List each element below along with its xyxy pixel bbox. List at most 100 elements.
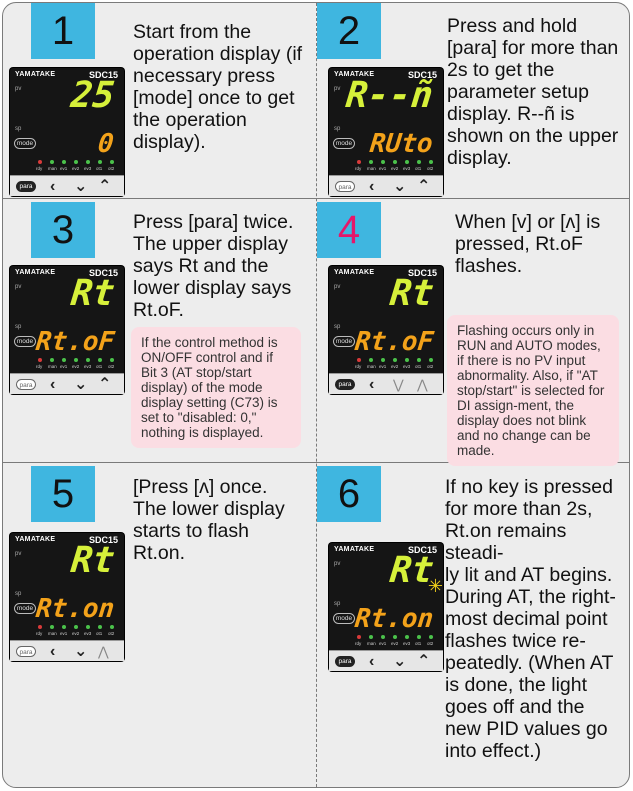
para-button[interactable]: para	[16, 379, 36, 390]
step-3: 3 Press [para] twice. The upper display …	[3, 199, 316, 462]
led-label: ot2	[427, 166, 434, 171]
upper-display: Rt	[68, 540, 117, 581]
text-line: ly lit and AT begins.	[445, 564, 613, 586]
text-line: Rt.on.	[133, 542, 186, 564]
mode-button[interactable]: mode	[333, 613, 355, 624]
text-line: flashes twice re-	[445, 630, 586, 652]
down-arrow-icon[interactable]: ⌄	[393, 176, 406, 197]
led-label: ot1	[415, 166, 422, 171]
led-label: ev2	[391, 641, 399, 646]
led-label: rdy	[36, 631, 43, 636]
led-label: ev3	[84, 166, 92, 171]
step-number: 6	[317, 466, 381, 522]
led-label: ev1	[379, 364, 387, 369]
left-arrow-icon[interactable]: ‹	[50, 374, 55, 395]
led-label: man	[367, 166, 376, 171]
led-label: ev2	[72, 364, 80, 369]
led-label: rdy	[355, 166, 362, 171]
controller-device: YAMATAKE SDC15 pv sp Rt Rt.on mode rdy ma…	[10, 533, 124, 661]
left-arrow-icon[interactable]: ‹	[369, 374, 374, 395]
status-led	[429, 160, 433, 164]
step-description: When [v] or [ʌ] is pressed, Rt.oF flashe…	[455, 211, 627, 277]
left-arrow-icon[interactable]: ‹	[369, 651, 374, 672]
status-led	[429, 635, 433, 639]
step-5: 5 [Press [ʌ] once. The lower display sta…	[3, 463, 316, 787]
text-line: The upper display	[133, 233, 289, 255]
step-number: 4	[317, 202, 381, 258]
text-line: into effect.)	[445, 740, 542, 762]
controller-device: YAMATAKE SDC15 pv sp Rt ✳ Rt.on mode rdy…	[329, 543, 443, 671]
sp-label: sp	[334, 601, 341, 607]
led-label: ev1	[379, 166, 387, 171]
led-label: ot2	[108, 166, 115, 171]
status-led	[62, 358, 66, 362]
up-arrow-icon[interactable]: ⌃	[98, 374, 111, 395]
para-button[interactable]: para	[335, 181, 355, 192]
brand-logo: YAMATAKE	[334, 546, 375, 553]
mode-button[interactable]: mode	[333, 336, 355, 347]
down-arrow-icon[interactable]: ⌄	[74, 641, 87, 662]
led-label: ev3	[403, 166, 411, 171]
text-line: Press [para] twice.	[133, 211, 294, 233]
status-leds: rdy man ev1 ev2 ev3 ot1 ot2	[351, 358, 437, 370]
status-led	[50, 358, 54, 362]
para-button[interactable]: para	[335, 656, 355, 667]
status-led	[357, 635, 361, 639]
step-4: 4 When [v] or [ʌ] is pressed, Rt.oF flas…	[317, 199, 629, 466]
text-line: The lower display	[133, 498, 285, 520]
text-line: During AT, the right-	[445, 586, 616, 608]
text-line: peatedly. (When AT	[445, 652, 614, 674]
down-arrow-icon[interactable]: ⌄	[74, 374, 87, 395]
led-label: ev2	[391, 364, 399, 369]
led-label: ev2	[72, 631, 80, 636]
lower-display: Rt.oF	[34, 327, 116, 357]
led-label: man	[48, 631, 57, 636]
pv-label: pv	[334, 86, 341, 92]
up-arrow-icon[interactable]: ⋀	[98, 641, 109, 662]
status-led	[86, 625, 90, 629]
mode-button[interactable]: mode	[333, 138, 355, 149]
status-led	[405, 358, 409, 362]
text-line: is done, the light	[445, 674, 588, 696]
left-arrow-icon[interactable]: ‹	[369, 176, 374, 197]
key-row: para ‹ ⌄ ⌃	[329, 175, 443, 196]
step-number: 5	[31, 466, 95, 522]
controller-device: YAMATAKE SDC15 pv sp 25 0 mode rdy man ev1…	[10, 68, 124, 196]
led-label: ev2	[72, 166, 80, 171]
status-led	[369, 635, 373, 639]
text-line: new PID values go	[445, 718, 608, 740]
left-arrow-icon[interactable]: ‹	[50, 641, 55, 662]
text-line: for more than 2s,	[445, 498, 593, 520]
status-leds: rdy man ev1 ev2 ev3 ot1 ot2	[32, 625, 118, 637]
para-button[interactable]: para	[16, 646, 36, 657]
status-led	[417, 635, 421, 639]
text-line: lower display says	[133, 277, 292, 299]
status-led	[381, 358, 385, 362]
para-button[interactable]: para	[16, 181, 36, 192]
led-label: ot1	[415, 364, 422, 369]
status-leds: rdy man ev1 ev2 ev3 ot1 ot2	[32, 160, 118, 172]
key-row: para ‹ ⋁ ⋀	[329, 373, 443, 394]
lower-display: 0	[96, 129, 116, 159]
text-line: When [v] or [ʌ] is	[455, 211, 601, 233]
led-label: rdy	[36, 364, 43, 369]
text-line: says Rt and the	[133, 255, 269, 277]
status-led	[357, 160, 361, 164]
controller-device: YAMATAKE SDC15 pv sp Rt Rt.oF mode rdy ma…	[10, 266, 124, 394]
mode-button[interactable]: mode	[14, 336, 36, 347]
controller-device: YAMATAKE SDC15 pv sp Rt Rt.oF mode rdy ma…	[329, 266, 443, 394]
status-led	[50, 625, 54, 629]
procedure-panel: 1 Start from the operation display (if n…	[2, 2, 630, 788]
down-arrow-icon[interactable]: ⌄	[74, 176, 87, 197]
up-arrow-icon[interactable]: ⋀	[417, 374, 428, 395]
note-box: Flashing occurs only in RUN and AUTO mod…	[447, 315, 619, 466]
mode-button[interactable]: mode	[14, 138, 36, 149]
up-arrow-icon[interactable]: ⌃	[417, 651, 430, 672]
down-arrow-icon[interactable]: ⋁	[393, 374, 404, 395]
mode-button[interactable]: mode	[14, 603, 36, 614]
up-arrow-icon[interactable]: ⌃	[417, 176, 430, 197]
left-arrow-icon[interactable]: ‹	[50, 176, 55, 197]
para-button[interactable]: para	[335, 379, 355, 390]
up-arrow-icon[interactable]: ⌃	[98, 176, 111, 197]
down-arrow-icon[interactable]: ⌄	[393, 651, 406, 672]
